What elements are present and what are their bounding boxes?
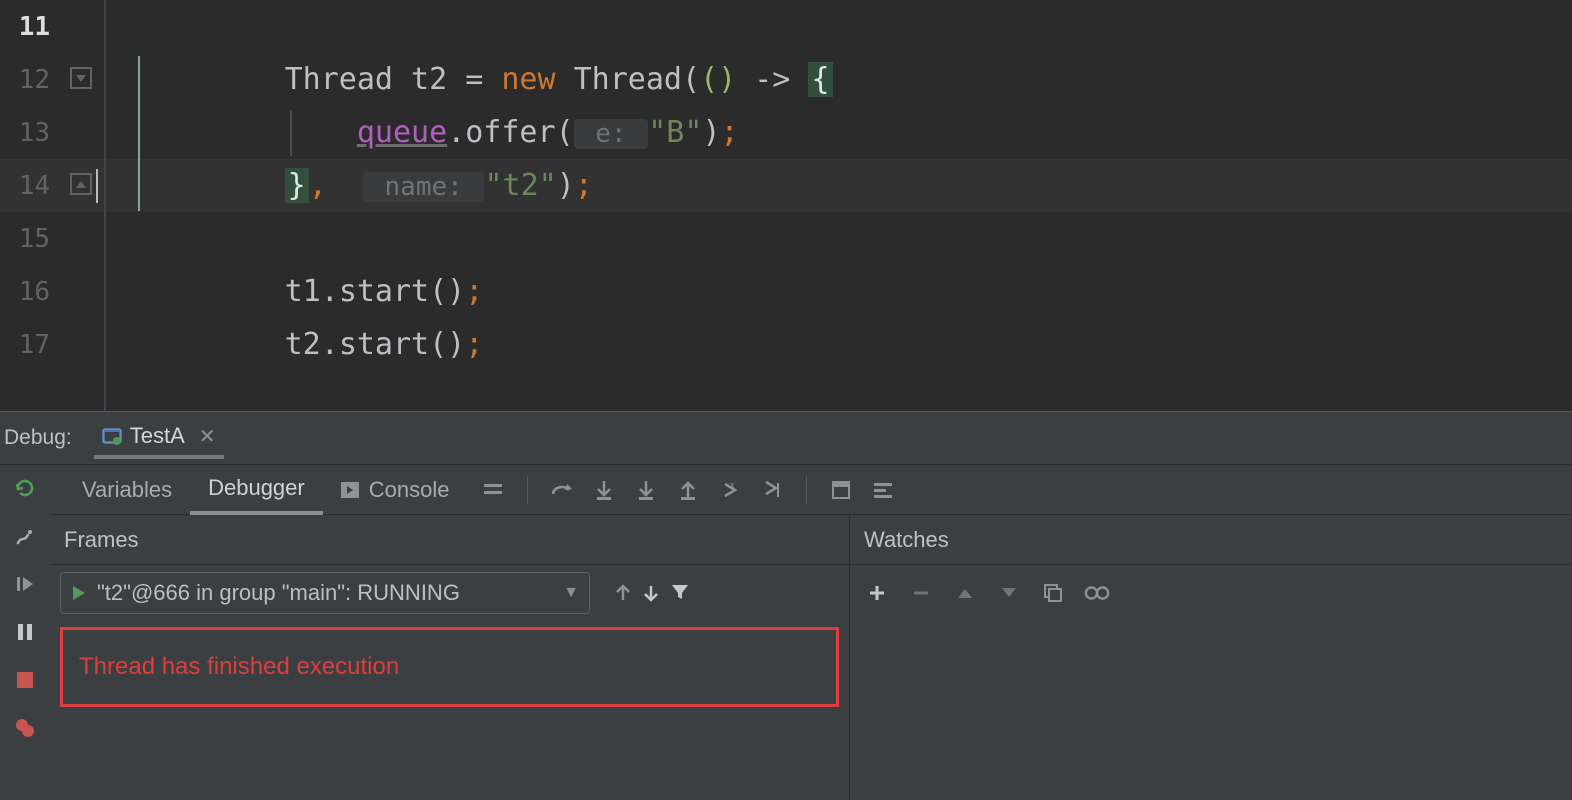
stop-button[interactable] [12,667,38,693]
rerun-button[interactable] [12,475,38,501]
watches-title: Watches [850,515,1572,565]
line-number: 13 [0,118,56,148]
frames-title: Frames [50,515,849,565]
line-number: 15 [0,224,56,254]
step-into-icon[interactable] [590,476,618,504]
code-line[interactable]: 17 t2.start(); [0,318,1572,371]
tab-debugger[interactable]: Debugger [190,466,323,515]
tab-variables[interactable]: Variables [64,465,190,514]
show-execution-point-icon[interactable] [479,476,507,504]
code-line[interactable]: 16 t1.start(); [0,265,1572,318]
resume-button[interactable] [12,571,38,597]
code-line-current[interactable]: 14 }, name: "t2"); [0,159,1572,212]
code-line[interactable]: 15 [0,212,1572,265]
line-number: 12 [0,65,56,95]
code-text: t2.start(); [104,327,483,362]
indent-guide-inner [290,110,292,156]
debug-subtabs: Variables Debugger Console [50,465,1572,515]
debug-toolwindow-header: Debug: TestA ✕ [0,411,1572,465]
trace-current-stream-chain-icon[interactable] [869,476,897,504]
filter-frames-icon[interactable] [670,582,690,604]
toolbar-divider [527,476,528,504]
toolbar-divider [806,476,807,504]
move-up-icon[interactable] [952,580,978,606]
parameter-hint: e: [574,119,649,149]
indent-guide-outer [138,56,140,211]
application-icon [102,427,122,445]
console-icon [341,482,359,498]
debug-label: Debug: [4,426,72,450]
step-toolbar: x [479,476,897,504]
view-breakpoints-button[interactable] [12,715,38,741]
settings-button[interactable] [12,523,38,549]
line-number: 17 [0,330,56,360]
watches-panel: Watches [850,515,1572,800]
chevron-down-icon: ▼ [563,584,579,602]
code-text: }, name: "t2"); [104,168,593,203]
code-text: t1.start(); [104,274,483,309]
running-thread-icon [71,584,87,602]
remove-watch-icon[interactable] [908,580,934,606]
next-frame-icon[interactable] [642,582,660,604]
move-down-icon[interactable] [996,580,1022,606]
watches-toolbar [850,565,1572,621]
evaluate-expression-icon[interactable] [827,476,855,504]
text-cursor [96,169,98,203]
close-icon[interactable]: ✕ [199,424,216,449]
frames-message-highlight: Thread has finished execution [60,627,839,707]
step-out-icon[interactable] [674,476,702,504]
add-watch-icon[interactable] [864,580,890,606]
debug-panel: Variables Debugger Console [0,465,1572,800]
force-step-into-icon[interactable] [632,476,660,504]
code-text: queue.offer( e: "B"); [104,115,739,150]
svg-text:x: x [730,480,735,490]
thread-selector-value: "t2"@666 in group "main": RUNNING [97,580,460,606]
run-to-cursor-icon[interactable] [758,476,786,504]
debug-session-tab[interactable]: TestA ✕ [94,417,224,459]
tab-console[interactable]: Console [323,465,468,514]
code-line[interactable]: 12 Thread t2 = new Thread(() -> { [0,53,1572,106]
line-number: 14 [0,171,56,201]
previous-frame-icon[interactable] [614,582,632,604]
code-text: Thread t2 = new Thread(() -> { [104,62,833,97]
step-over-icon[interactable] [548,476,576,504]
code-line[interactable]: 13 queue.offer( e: "B"); [0,106,1572,159]
gutter-separator [104,0,106,411]
fold-down-icon[interactable] [70,67,92,89]
debug-panels: Frames "t2"@666 in group "main": RUNNING… [50,515,1572,800]
parameter-hint: name: [363,172,485,202]
line-number: 11 [0,12,56,42]
code-line[interactable]: 11 [0,0,1572,53]
fold-up-icon[interactable] [70,173,92,195]
debug-side-toolbar [0,465,50,800]
frames-message: Thread has finished execution [79,653,399,681]
copy-watch-icon[interactable] [1040,580,1066,606]
pause-button[interactable] [12,619,38,645]
drop-frame-icon[interactable]: x [716,476,744,504]
code-editor[interactable]: 11 12 Thread t2 = new Thread(() -> { 13 … [0,0,1572,411]
show-watches-icon[interactable] [1084,580,1110,606]
thread-selector[interactable]: "t2"@666 in group "main": RUNNING ▼ [60,572,590,614]
frames-panel: Frames "t2"@666 in group "main": RUNNING… [50,515,850,800]
debug-tab-title: TestA [130,423,185,449]
line-number: 16 [0,277,56,307]
